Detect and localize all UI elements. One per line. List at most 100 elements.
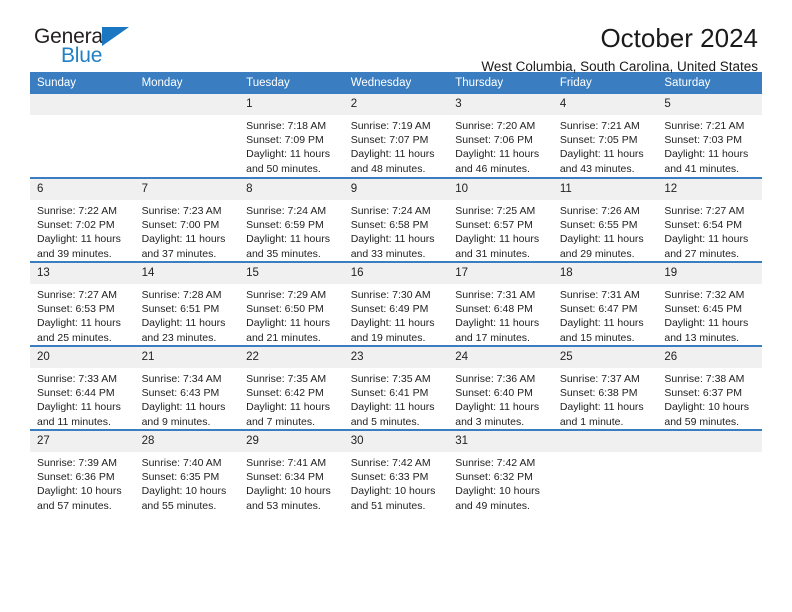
- sunset-text: Sunset: 6:43 PM: [141, 387, 220, 400]
- day-number: 16: [343, 263, 449, 284]
- calendar-day-cell[interactable]: 12 Sunrise: 7:27 AM Sunset: 6:54 PM Dayligh…: [657, 177, 762, 262]
- calendar-day-cell[interactable]: 26 Sunrise: 7:38 AM Sunset: 6:37 PM Dayligh…: [657, 345, 762, 430]
- daylight-text: Daylight: 11 hours and 37 minutes.: [141, 233, 226, 260]
- calendar-day-cell[interactable]: 9 Sunrise: 7:24 AM Sunset: 6:58 PM Daylight…: [343, 177, 449, 262]
- calendar-day-cell[interactable]: 24 Sunrise: 7:36 AM Sunset: 6:40 PM Dayligh…: [448, 345, 553, 430]
- calendar-day-cell[interactable]: 20 Sunrise: 7:33 AM Sunset: 6:44 PM Dayligh…: [30, 345, 135, 430]
- sunrise-text: Sunrise: 7:25 AM: [455, 205, 536, 217]
- day-number: 30: [343, 431, 449, 452]
- calendar-day-cell[interactable]: 2 Sunrise: 7:19 AM Sunset: 7:07 PM Daylight…: [343, 94, 449, 178]
- day-cell-inner: [657, 431, 762, 514]
- daylight-text: Daylight: 11 hours and 21 minutes.: [246, 317, 330, 344]
- calendar-day-cell[interactable]: 27 Sunrise: 7:39 AM Sunset: 6:36 PM Dayligh…: [30, 429, 135, 514]
- sunrise-text: Sunrise: 7:42 AM: [350, 457, 431, 469]
- day-number: 20: [30, 347, 135, 368]
- daylight-text: Daylight: 11 hours and 9 minutes.: [141, 401, 226, 428]
- sunrise-text: Sunrise: 7:21 AM: [559, 120, 640, 132]
- day-number: 23: [343, 347, 449, 368]
- day-details: Sunrise: 7:33 AM Sunset: 6:44 PM Daylight:…: [30, 368, 135, 429]
- daylight-text: Daylight: 11 hours and 5 minutes.: [350, 401, 435, 428]
- daylight-text: Daylight: 11 hours and 27 minutes.: [664, 233, 749, 260]
- day-cell-inner: 10 Sunrise: 7:25 AM Sunset: 6:57 PM Dayligh…: [448, 179, 553, 261]
- calendar-day-cell[interactable]: 18 Sunrise: 7:31 AM Sunset: 6:47 PM Dayligh…: [552, 261, 658, 346]
- day-number: [552, 431, 658, 452]
- day-number: 1: [239, 94, 344, 115]
- calendar-day-cell[interactable]: 17 Sunrise: 7:31 AM Sunset: 6:48 PM Dayligh…: [448, 261, 553, 346]
- day-cell-inner: [134, 94, 240, 177]
- day-cell-inner: 16 Sunrise: 7:30 AM Sunset: 6:49 PM Dayligh…: [343, 263, 449, 345]
- day-number: 4: [552, 94, 658, 115]
- day-number: 6: [30, 179, 135, 200]
- sunrise-text: Sunrise: 7:34 AM: [141, 373, 222, 385]
- calendar-page: General Blue October 2024 West Columbia,…: [0, 0, 792, 612]
- sunset-text: Sunset: 7:05 PM: [559, 134, 638, 147]
- calendar-day-cell[interactable]: 7 Sunrise: 7:23 AM Sunset: 7:00 PM Daylight…: [134, 177, 240, 262]
- calendar-day-cell[interactable]: 13 Sunrise: 7:27 AM Sunset: 6:53 PM Dayligh…: [30, 261, 135, 346]
- page-title: October 2024: [600, 23, 758, 53]
- day-cell-inner: 2 Sunrise: 7:19 AM Sunset: 7:07 PM Daylight…: [343, 94, 449, 177]
- calendar-day-cell[interactable]: 11 Sunrise: 7:26 AM Sunset: 6:55 PM Dayligh…: [552, 177, 658, 262]
- day-cell-inner: 14 Sunrise: 7:28 AM Sunset: 6:51 PM Dayligh…: [134, 263, 240, 345]
- day-number: 5: [657, 94, 762, 115]
- day-cell-inner: 23 Sunrise: 7:35 AM Sunset: 6:41 PM Dayligh…: [343, 347, 449, 429]
- calendar-day-cell[interactable]: 5 Sunrise: 7:21 AM Sunset: 7:03 PM Daylight…: [657, 94, 762, 178]
- calendar-day-cell[interactable]: 6 Sunrise: 7:22 AM Sunset: 7:02 PM Daylight…: [30, 177, 135, 262]
- calendar-week-row: 13 Sunrise: 7:27 AM Sunset: 6:53 PM Dayligh…: [30, 261, 762, 346]
- daylight-text: Daylight: 11 hours and 31 minutes.: [455, 233, 540, 260]
- weekday-header-tuesday: Tuesday: [239, 72, 344, 94]
- sunrise-text: Sunrise: 7:31 AM: [455, 289, 536, 301]
- calendar-day-cell[interactable]: 25 Sunrise: 7:37 AM Sunset: 6:38 PM Dayligh…: [552, 345, 658, 430]
- calendar-day-cell[interactable]: 10 Sunrise: 7:25 AM Sunset: 6:57 PM Dayligh…: [448, 177, 553, 262]
- sunrise-text: Sunrise: 7:41 AM: [246, 457, 327, 469]
- calendar-day-cell[interactable]: 14 Sunrise: 7:28 AM Sunset: 6:51 PM Dayligh…: [134, 261, 240, 346]
- daylight-text: Daylight: 10 hours and 51 minutes.: [350, 485, 436, 512]
- daylight-text: Daylight: 11 hours and 46 minutes.: [455, 148, 540, 175]
- day-details: Sunrise: 7:24 AM Sunset: 6:59 PM Daylight:…: [239, 200, 344, 261]
- sunset-text: Sunset: 6:55 PM: [559, 219, 638, 232]
- general-blue-logo: General Blue: [34, 26, 204, 74]
- calendar-day-cell[interactable]: 29 Sunrise: 7:41 AM Sunset: 6:34 PM Dayligh…: [239, 429, 344, 514]
- daylight-text: Daylight: 11 hours and 43 minutes.: [559, 148, 644, 175]
- day-cell-inner: 20 Sunrise: 7:33 AM Sunset: 6:44 PM Dayligh…: [30, 347, 135, 429]
- calendar-day-cell[interactable]: 15 Sunrise: 7:29 AM Sunset: 6:50 PM Dayligh…: [239, 261, 344, 346]
- day-cell-inner: 28 Sunrise: 7:40 AM Sunset: 6:35 PM Dayligh…: [134, 431, 240, 514]
- day-details: Sunrise: 7:42 AM Sunset: 6:33 PM Daylight:…: [344, 452, 449, 513]
- sunrise-text: Sunrise: 7:27 AM: [664, 205, 745, 217]
- calendar-day-cell[interactable]: 30 Sunrise: 7:42 AM Sunset: 6:33 PM Dayligh…: [343, 429, 449, 514]
- day-cell-inner: 12 Sunrise: 7:27 AM Sunset: 6:54 PM Dayligh…: [657, 179, 762, 261]
- day-details: Sunrise: 7:35 AM Sunset: 6:41 PM Daylight:…: [344, 368, 449, 429]
- day-details: Sunrise: 7:38 AM Sunset: 6:37 PM Daylight:…: [657, 368, 762, 429]
- calendar-day-cell[interactable]: 1 Sunrise: 7:18 AM Sunset: 7:09 PM Daylight…: [239, 94, 344, 178]
- calendar-day-cell[interactable]: 23 Sunrise: 7:35 AM Sunset: 6:41 PM Dayligh…: [343, 345, 449, 430]
- sunset-text: Sunset: 6:40 PM: [455, 387, 533, 400]
- daylight-text: Daylight: 11 hours and 11 minutes.: [37, 401, 121, 428]
- calendar-day-cell[interactable]: 22 Sunrise: 7:35 AM Sunset: 6:42 PM Dayligh…: [239, 345, 344, 430]
- calendar-day-cell[interactable]: 16 Sunrise: 7:30 AM Sunset: 6:49 PM Dayligh…: [343, 261, 449, 346]
- day-cell-inner: 4 Sunrise: 7:21 AM Sunset: 7:05 PM Daylight…: [552, 94, 658, 177]
- calendar-day-cell[interactable]: 3 Sunrise: 7:20 AM Sunset: 7:06 PM Daylight…: [448, 94, 553, 178]
- calendar-header-row: Sunday Monday Tuesday Wednesday Thursday…: [30, 72, 762, 94]
- day-details: Sunrise: 7:37 AM Sunset: 6:38 PM Daylight:…: [553, 368, 658, 429]
- day-number: 24: [448, 347, 553, 368]
- calendar-day-cell[interactable]: 8 Sunrise: 7:24 AM Sunset: 6:59 PM Daylight…: [239, 177, 344, 262]
- calendar-day-cell[interactable]: 31 Sunrise: 7:42 AM Sunset: 6:32 PM Dayligh…: [448, 429, 553, 514]
- day-details: Sunrise: 7:27 AM Sunset: 6:53 PM Daylight:…: [30, 284, 135, 345]
- calendar-day-cell[interactable]: 4 Sunrise: 7:21 AM Sunset: 7:05 PM Daylight…: [552, 94, 658, 178]
- sunrise-text: Sunrise: 7:35 AM: [350, 373, 431, 385]
- day-cell-inner: 3 Sunrise: 7:20 AM Sunset: 7:06 PM Daylight…: [448, 94, 553, 177]
- day-cell-inner: 21 Sunrise: 7:34 AM Sunset: 6:43 PM Dayligh…: [134, 347, 240, 429]
- title-block: October 2024 West Columbia, South Caroli…: [481, 24, 758, 74]
- day-cell-inner: 31 Sunrise: 7:42 AM Sunset: 6:32 PM Dayligh…: [448, 431, 553, 514]
- day-details: Sunrise: 7:25 AM Sunset: 6:57 PM Daylight:…: [448, 200, 553, 261]
- daylight-text: Daylight: 11 hours and 50 minutes.: [246, 148, 330, 175]
- sunset-text: Sunset: 6:37 PM: [664, 387, 743, 400]
- calendar-day-cell[interactable]: 28 Sunrise: 7:40 AM Sunset: 6:35 PM Dayligh…: [134, 429, 240, 514]
- daylight-text: Daylight: 11 hours and 29 minutes.: [559, 233, 644, 260]
- calendar-day-cell[interactable]: 19 Sunrise: 7:32 AM Sunset: 6:45 PM Dayligh…: [657, 261, 762, 346]
- sunset-text: Sunset: 6:59 PM: [246, 219, 324, 232]
- sunrise-text: Sunrise: 7:39 AM: [37, 457, 117, 469]
- day-cell-inner: 15 Sunrise: 7:29 AM Sunset: 6:50 PM Dayligh…: [239, 263, 344, 345]
- calendar-day-cell[interactable]: 21 Sunrise: 7:34 AM Sunset: 6:43 PM Dayligh…: [134, 345, 240, 430]
- day-details: Sunrise: 7:21 AM Sunset: 7:05 PM Daylight:…: [553, 115, 658, 176]
- sunset-text: Sunset: 7:06 PM: [455, 134, 533, 147]
